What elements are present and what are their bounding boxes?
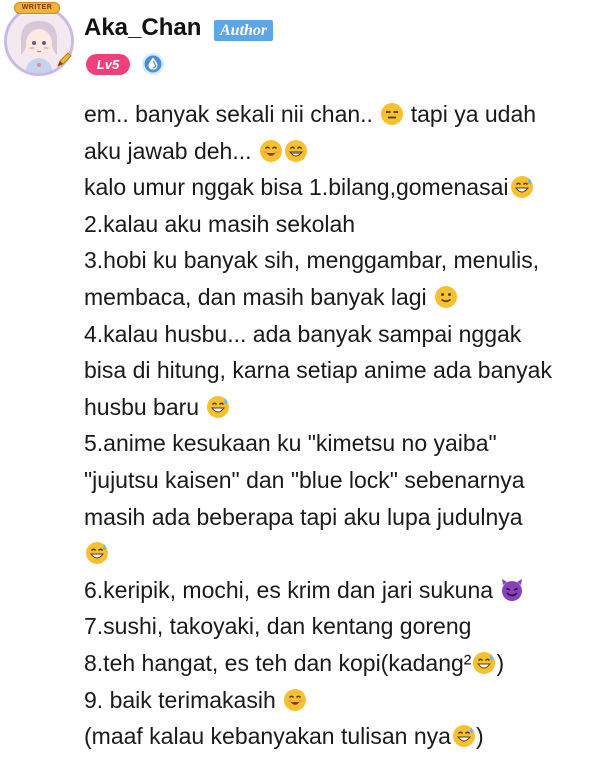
sweat-smile-emoji-icon	[510, 176, 533, 199]
post-line: 3.hobi ku banyak sih, menggambar, menuli…	[84, 242, 594, 279]
post-line-text: (maaf kalau kebanyakan tulisan nya	[84, 723, 451, 750]
post-line: aku jawab deh...	[84, 133, 594, 170]
smile-emoji-icon	[284, 688, 307, 711]
post-line-text: "jujutsu kaisen" dan "blue lock" sebenar…	[84, 466, 525, 493]
post-line-text: 2.kalau aku masih sekolah	[84, 210, 356, 237]
sweat-smile-emoji-icon	[452, 725, 475, 748]
post-line-tail: )	[475, 723, 484, 750]
pen-icon	[57, 52, 72, 67]
writer-frame-badge: WRITER	[14, 2, 60, 14]
post-line-text: 5.anime kesukaan ku "kimetsu no yaiba"	[84, 430, 497, 457]
post-line: (maaf kalau kebanyakan tulisan nya)	[84, 718, 594, 755]
sweat-smile-emoji-icon	[86, 542, 108, 565]
author-tag: Author	[214, 20, 274, 41]
post-line: 8.teh hangat, es teh dan kopi(kadang²)	[84, 645, 594, 682]
post-line: husbu baru	[84, 389, 594, 426]
post-line-text: 8.teh hangat, es teh dan kopi(kadang²	[84, 649, 472, 676]
smiling-imp-emoji-icon	[502, 578, 523, 601]
post-line-text: 7.sushi, takoyaki, dan kentang goreng	[84, 613, 472, 640]
post-line: em.. banyak sekali nii chan.. tapi ya ud…	[84, 96, 594, 133]
post-line-tail: )	[496, 649, 505, 676]
post-line: membaca, dan masih banyak lagi	[84, 279, 594, 316]
post-line-text: masih ada beberapa tapi aku lupa judulny…	[84, 503, 523, 530]
post-line-text: 4.kalau husbu... ada banyak sampai nggak	[84, 320, 522, 347]
post-line-tail: tapi ya udah	[404, 101, 537, 127]
post-line-text: 9. baik terimakasih	[84, 686, 283, 713]
post-line-text: 3.hobi ku banyak sih, menggambar, menuli…	[84, 247, 540, 274]
username[interactable]: Aka_Chan	[84, 14, 201, 42]
post-line: 2.kalau aku masih sekolah	[84, 206, 594, 243]
slight-smile-emoji-icon	[435, 285, 458, 308]
post-line-text: aku jawab deh...	[84, 137, 258, 164]
post-line: 5.anime kesukaan ku "kimetsu no yaiba"	[84, 425, 594, 462]
post-line-text: em.. banyak sekali nii chan..	[84, 101, 380, 127]
level-badge: Lv5	[86, 54, 130, 75]
post-line-text: bisa di hitung, karna setiap anime ada b…	[84, 357, 552, 384]
smile-emoji-icon	[259, 139, 282, 162]
post-line-text: membaca, dan masih banyak lagi	[84, 283, 434, 310]
post-line: 6.keripik, mochi, es krim dan jari sukun…	[84, 572, 594, 609]
post-line: bisa di hitung, karna setiap anime ada b…	[84, 352, 594, 389]
post-line: 7.sushi, takoyaki, dan kentang goreng	[84, 608, 594, 645]
post-line-text: husbu baru	[84, 393, 206, 420]
sweat-smile-emoji-icon	[473, 651, 496, 674]
post-line	[84, 535, 594, 572]
expressionless-emoji-icon	[381, 103, 404, 125]
post-line: 4.kalau husbu... ada banyak sampai nggak	[84, 316, 594, 353]
post-line-text: kalo umur nggak bisa 1.bilang,gomenasai	[84, 174, 509, 201]
rank-drop-icon	[142, 53, 164, 75]
post-header: WRITER Aka_Chan Author Lv5	[0, 0, 600, 90]
post-line: kalo umur nggak bisa 1.bilang,gomenasai	[84, 169, 594, 206]
sweat-smile-emoji-icon	[207, 395, 230, 418]
post-line: "jujutsu kaisen" dan "blue lock" sebenar…	[84, 462, 594, 499]
post-line: 9. baik terimakasih	[84, 682, 594, 719]
post-body: em.. banyak sekali nii chan.. tapi ya ud…	[84, 96, 594, 755]
post-line-text: 6.keripik, mochi, es krim dan jari sukun…	[84, 576, 500, 603]
post-line: masih ada beberapa tapi aku lupa judulny…	[84, 499, 594, 536]
grin-emoji-icon	[284, 139, 307, 162]
